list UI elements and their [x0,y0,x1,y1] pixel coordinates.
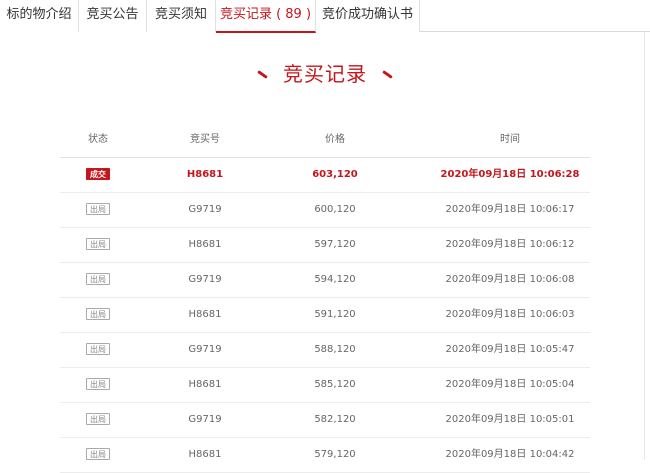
status-cell: 出局 [75,403,121,437]
time-cell: 2020年09月18日 10:06:12 [445,239,575,250]
status-badge: 出局 [86,378,110,390]
status-badge: 出局 [86,343,110,355]
tab-bar: 标的物介绍 竞买公告 竞买须知 竞买记录 ( 89 ) 竞价成功确认书 [0,0,650,33]
time-cell: 2020年09月18日 10:05:04 [445,379,575,390]
column-header-status: 状态 [88,134,108,145]
tab-item-intro[interactable]: 标的物介绍 [0,0,79,32]
column-header-bid-id: 竞买号 [190,134,220,145]
time-cell: 2020年09月18日 10:06:17 [445,204,575,215]
table-row: 出局 G9719 594,120 2020年09月18日 10:06:08 [60,263,590,298]
price-cell: 603,120 [312,169,358,180]
bid-id-cell: G9719 [188,274,222,285]
table-row: 出局 G9719 588,120 2020年09月18日 10:05:47 [60,333,590,368]
status-cell: 成交 [75,158,121,192]
bid-id-cell: H8681 [188,379,222,390]
decoration-dash-right-icon [382,69,393,79]
tab-announcement[interactable]: 竞买公告 [79,0,147,32]
status-badge: 出局 [86,308,110,320]
status-badge: 出局 [86,273,110,285]
price-cell: 597,120 [314,239,356,250]
bid-id-cell: H8681 [188,449,222,460]
tab-bid-records[interactable]: 竞买记录 ( 89 ) [216,0,316,33]
price-cell: 591,120 [314,309,356,320]
price-cell: 579,120 [314,449,356,460]
price-cell: 594,120 [314,274,356,285]
status-cell: 出局 [75,438,121,472]
bid-id-cell: H8681 [188,239,222,250]
status-badge: 成交 [86,168,110,180]
status-cell: 出局 [75,368,121,402]
table-body: 成交 H8681 603,120 2020年09月18日 10:06:28 出局 G971… [60,158,590,473]
time-cell: 2020年09月18日 10:05:01 [445,414,575,425]
tab-confirmation[interactable]: 竞价成功确认书 [316,0,420,32]
time-cell: 2020年09月18日 10:04:42 [445,449,575,460]
status-badge: 出局 [86,448,110,460]
bid-id-cell: G9719 [188,414,222,425]
tab-notice[interactable]: 竞买须知 [147,0,216,32]
table-row: 出局 G9719 582,120 2020年09月18日 10:05:01 [60,403,590,438]
bid-id-cell: H8681 [186,169,224,180]
section-heading: 竞买记录 [0,56,650,92]
table-row: 出局 H8681 597,120 2020年09月18日 10:06:12 [60,228,590,263]
status-cell: 出局 [75,228,121,262]
price-cell: 585,120 [314,379,356,390]
bid-id-cell: H8681 [188,309,222,320]
table-row: 出局 H8681 579,120 2020年09月18日 10:04:42 [60,438,590,473]
table-row: 出局 H8681 591,120 2020年09月18日 10:06:03 [60,298,590,333]
table-row: 出局 H8681 585,120 2020年09月18日 10:05:04 [60,368,590,403]
table-row: 出局 G9719 600,120 2020年09月18日 10:06:17 [60,193,590,228]
price-cell: 582,120 [314,414,356,425]
status-cell: 出局 [75,333,121,367]
column-header-price: 价格 [325,134,345,145]
time-cell: 2020年09月18日 10:05:47 [445,344,575,355]
status-badge: 出局 [86,203,110,215]
bid-id-cell: G9719 [188,344,222,355]
status-cell: 出局 [75,298,121,332]
decoration-dash-left-icon [257,69,268,79]
status-badge: 出局 [86,238,110,250]
time-cell: 2020年09月18日 10:06:08 [445,274,575,285]
column-header-time: 时间 [500,134,520,145]
time-cell: 2020年09月18日 10:06:28 [440,169,580,180]
table-row: 成交 H8681 603,120 2020年09月18日 10:06:28 [60,158,590,193]
bid-id-cell: G9719 [188,204,222,215]
price-cell: 588,120 [314,344,356,355]
bid-records-table: 状态 竞买号 价格 时间 成交 H8681 603,120 2020年09月18日 1… [60,123,590,473]
status-cell: 出局 [75,193,121,227]
panel-border [644,32,645,460]
table-header: 状态 竞买号 价格 时间 [60,123,590,158]
price-cell: 600,120 [314,204,356,215]
page-title: 竞买记录 [283,62,367,86]
time-cell: 2020年09月18日 10:06:03 [445,309,575,320]
status-badge: 出局 [86,413,110,425]
status-cell: 出局 [75,263,121,297]
